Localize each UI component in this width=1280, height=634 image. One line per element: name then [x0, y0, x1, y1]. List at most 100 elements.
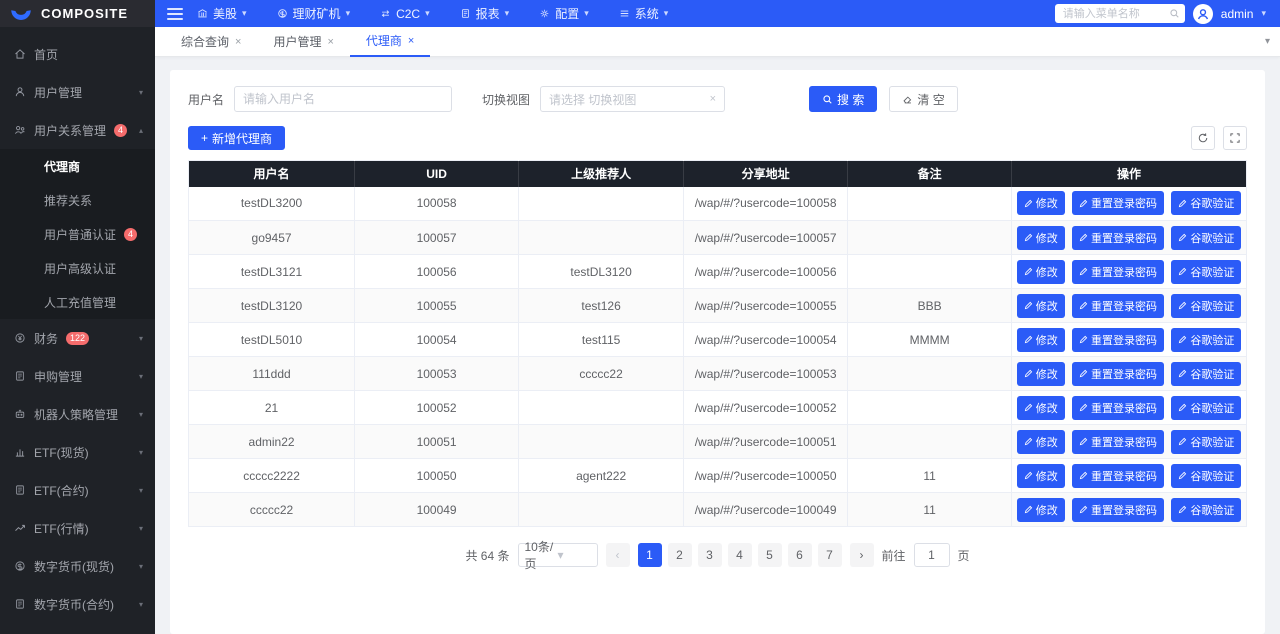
chevron-down-icon: ▾	[584, 8, 589, 18]
tabbar-chevron-down-icon[interactable]: ▾	[1255, 36, 1280, 47]
view-select[interactable]: 请选择 切换视图 ×	[540, 86, 726, 112]
prev-page-button[interactable]: ‹	[605, 543, 630, 567]
nav-menu-report[interactable]: 报表 ▾	[460, 5, 509, 22]
google-verify-button[interactable]: 谷歌验证	[1171, 497, 1242, 522]
sidebar-item-agent[interactable]: 代理商	[0, 149, 155, 183]
sidebar-item-etf-contract[interactable]: ETF(合约) ▾	[0, 471, 155, 509]
sidebar-item-advanced-auth[interactable]: 用户高级认证	[0, 251, 155, 285]
goto-page-input[interactable]	[913, 543, 950, 567]
reset-password-button[interactable]: 重置登录密码	[1072, 191, 1165, 216]
tab-user-mgmt[interactable]: 用户管理 ×	[257, 27, 349, 57]
add-agent-button[interactable]: + 新增代理商	[188, 126, 286, 150]
edit-button[interactable]: 修改	[1016, 395, 1065, 420]
nav-menu-system[interactable]: 系统 ▾	[619, 5, 669, 22]
users-icon	[14, 124, 26, 136]
sidebar-item-finance[interactable]: 财务 122 ▾	[0, 319, 155, 357]
close-icon[interactable]: ×	[327, 36, 333, 48]
refresh-button[interactable]	[1191, 126, 1215, 150]
search-button[interactable]: 搜 索	[809, 86, 878, 112]
search-icon[interactable]	[1169, 8, 1180, 19]
sidebar-item-referral[interactable]: 推荐关系	[0, 183, 155, 217]
doc-icon	[14, 484, 26, 496]
tab-agent[interactable]: 代理商 ×	[349, 27, 431, 57]
sidebar-item-home[interactable]: 首页	[0, 35, 155, 73]
page-button-4[interactable]: 4	[727, 543, 752, 567]
nav-menu-config[interactable]: 配置 ▾	[539, 5, 589, 22]
sidebar-item-label: ETF(行情)	[34, 521, 89, 536]
page-button-1[interactable]: 1	[637, 543, 662, 567]
sidebar-item-robot[interactable]: 机器人策略管理 ▾	[0, 395, 155, 433]
sidebar-item-digital-spot[interactable]: 数字货币(现货) ▾	[0, 547, 155, 585]
reset-password-button[interactable]: 重置登录密码	[1072, 293, 1165, 318]
chevron-down-icon: ▾	[663, 8, 669, 18]
edit-button[interactable]: 修改	[1016, 497, 1065, 522]
username-label[interactable]: admin	[1221, 7, 1254, 21]
cell-share-url: /wap/#/?usercode=100052	[683, 390, 849, 425]
reset-password-button[interactable]: 重置登录密码	[1072, 463, 1165, 488]
table-row: ccccc22 100049 /wap/#/?usercode=100049 1…	[188, 492, 1247, 527]
cell-uid: 100056	[354, 254, 520, 289]
page-button-3[interactable]: 3	[697, 543, 722, 567]
cell-username: ccccc2222	[188, 458, 356, 493]
fullscreen-button[interactable]	[1223, 126, 1247, 150]
close-icon[interactable]: ×	[235, 36, 241, 48]
sidebar-item-basic-auth[interactable]: 用户普通认证 4	[0, 217, 155, 251]
sidebar-item-subscribe[interactable]: 申购管理 ▾	[0, 357, 155, 395]
google-verify-button[interactable]: 谷歌验证	[1171, 463, 1242, 488]
reset-password-button[interactable]: 重置登录密码	[1072, 497, 1165, 522]
edit-button[interactable]: 修改	[1016, 191, 1065, 216]
google-verify-button[interactable]: 谷歌验证	[1171, 327, 1242, 352]
chevron-down-icon[interactable]: ▾	[1261, 8, 1266, 19]
close-icon[interactable]: ×	[408, 35, 414, 47]
sidebar-item-etf-market[interactable]: ETF(行情) ▾	[0, 509, 155, 547]
nav-menu-us-stock[interactable]: 美股 ▾	[197, 5, 247, 22]
page-button-2[interactable]: 2	[667, 543, 692, 567]
page-button-5[interactable]: 5	[757, 543, 782, 567]
google-verify-button[interactable]: 谷歌验证	[1171, 395, 1242, 420]
pencil-icon	[1079, 471, 1088, 480]
reset-password-button[interactable]: 重置登录密码	[1072, 361, 1165, 386]
next-page-button[interactable]: ›	[849, 543, 874, 567]
edit-button[interactable]: 修改	[1016, 429, 1065, 454]
sidebar-item-user-mgmt[interactable]: 用户管理 ▾	[0, 73, 155, 111]
sidebar-item-manual-recharge[interactable]: 人工充值管理	[0, 285, 155, 319]
reset-password-button[interactable]: 重置登录密码	[1072, 395, 1165, 420]
google-verify-button[interactable]: 谷歌验证	[1171, 191, 1242, 216]
menu-search-input[interactable]	[1054, 4, 1185, 23]
sidebar-item-label: 用户高级认证	[44, 261, 117, 276]
clear-icon[interactable]: ×	[710, 93, 716, 105]
page-button-7[interactable]: 7	[817, 543, 842, 567]
google-verify-button[interactable]: 谷歌验证	[1171, 361, 1242, 386]
google-verify-button[interactable]: 谷歌验证	[1171, 259, 1242, 284]
avatar[interactable]	[1192, 3, 1213, 24]
sidebar-item-digital-contract[interactable]: 数字货币(合约) ▾	[0, 585, 155, 623]
username-filter-input[interactable]	[234, 86, 453, 112]
clear-button[interactable]: 清 空	[889, 86, 958, 112]
page-button-6[interactable]: 6	[787, 543, 812, 567]
edit-button[interactable]: 修改	[1016, 463, 1065, 488]
swap-icon	[380, 8, 391, 19]
table-row: testDL3120 100055 test126 /wap/#/?userco…	[188, 288, 1247, 323]
edit-button[interactable]: 修改	[1016, 225, 1065, 250]
edit-button[interactable]: 修改	[1016, 293, 1065, 318]
google-verify-button[interactable]: 谷歌验证	[1171, 225, 1242, 250]
hamburger-icon[interactable]	[167, 5, 183, 23]
reset-password-button[interactable]: 重置登录密码	[1072, 429, 1165, 454]
tab-composite-query[interactable]: 综合查询 ×	[165, 27, 257, 57]
sidebar-item-digital-market[interactable]: 数字货币(行情) ▾	[0, 623, 155, 634]
google-verify-button[interactable]: 谷歌验证	[1171, 293, 1242, 318]
pencil-icon	[1079, 199, 1088, 208]
sidebar-item-relation-mgmt[interactable]: 用户关系管理 4 ▴	[0, 111, 155, 149]
reset-password-button[interactable]: 重置登录密码	[1072, 225, 1165, 250]
nav-menu-c2c[interactable]: C2C ▾	[380, 7, 430, 21]
nav-menu-mining[interactable]: 理财矿机 ▾	[277, 5, 350, 22]
reset-password-button[interactable]: 重置登录密码	[1072, 259, 1165, 284]
edit-button[interactable]: 修改	[1016, 361, 1065, 386]
edit-button[interactable]: 修改	[1016, 259, 1065, 284]
sidebar-item-etf-spot[interactable]: ETF(现货) ▾	[0, 433, 155, 471]
reset-password-button[interactable]: 重置登录密码	[1072, 327, 1165, 352]
pencil-icon	[1079, 301, 1088, 310]
google-verify-button[interactable]: 谷歌验证	[1171, 429, 1242, 454]
page-size-select[interactable]: 10条/页 ▾	[517, 540, 598, 571]
edit-button[interactable]: 修改	[1016, 327, 1065, 352]
